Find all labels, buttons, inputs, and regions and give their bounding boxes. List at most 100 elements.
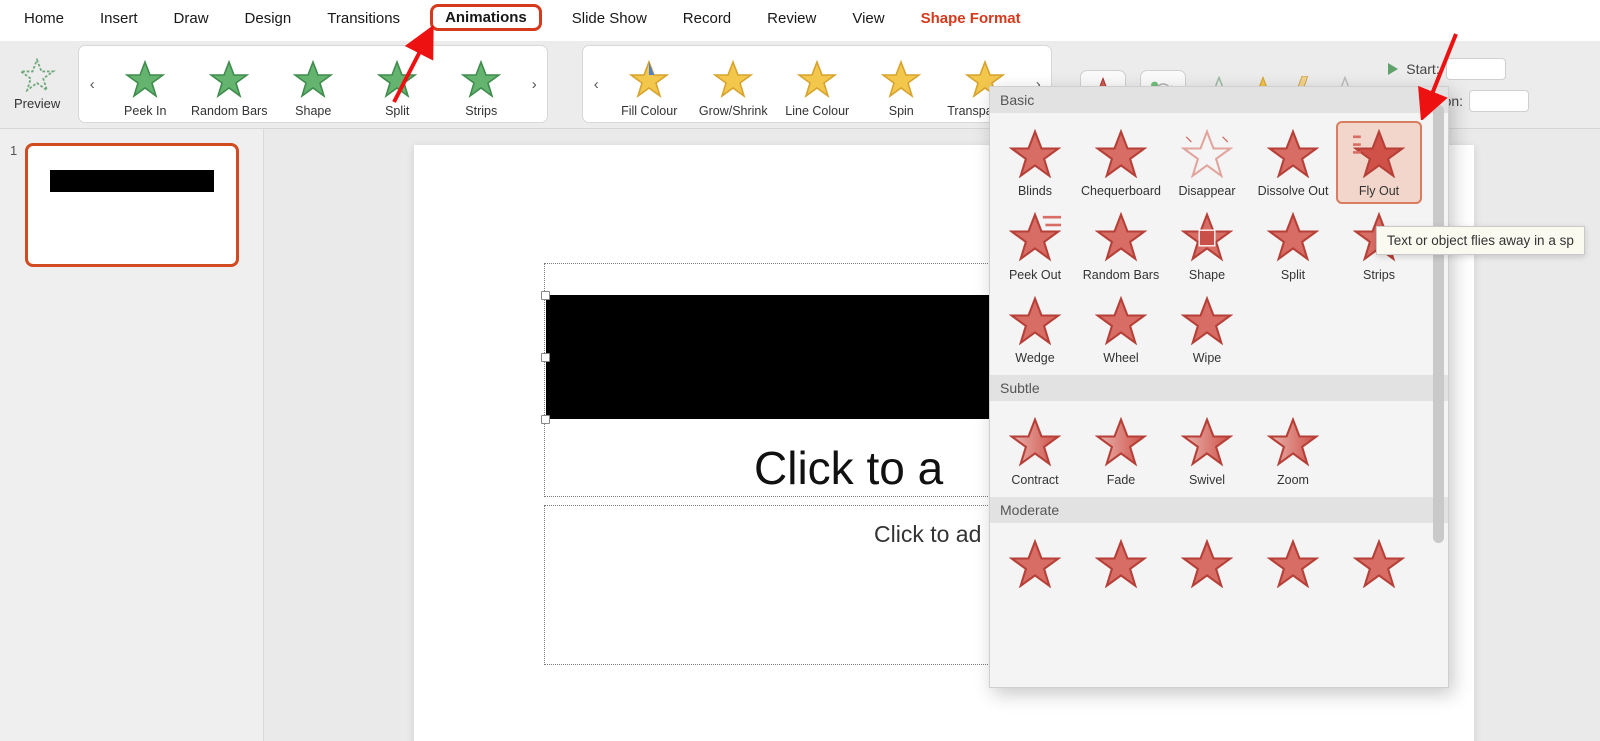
title-placeholder-text: Click to a: [754, 441, 943, 495]
exit-anim-fade[interactable]: Fade: [1078, 409, 1164, 492]
entrance-star-icon: [461, 58, 501, 100]
exit-anim-swivel[interactable]: Swivel: [1164, 409, 1250, 492]
tab-transitions[interactable]: Transitions: [321, 8, 406, 29]
exit-anim-label: Fade: [1107, 473, 1136, 487]
gallery-prev-icon[interactable]: ‹: [81, 50, 103, 118]
exit-anim-item-[interactable]: [992, 531, 1078, 600]
ribbon-tabs: Home Insert Draw Design Transitions Anim…: [0, 0, 1600, 41]
exit-anim-item-[interactable]: [1250, 531, 1336, 600]
tab-home[interactable]: Home: [18, 8, 70, 29]
emphasis-gallery-items: Fill Colour Grow/Shrink Line Colour Spin…: [607, 50, 1027, 118]
tab-slide-show[interactable]: Slide Show: [566, 8, 653, 29]
exit-anim-wedge[interactable]: Wedge: [992, 288, 1078, 371]
popup-scroll[interactable]: Basic Blinds Chequerboard Disappear Diss…: [990, 87, 1448, 687]
exit-anim-label: Wheel: [1103, 351, 1138, 365]
entrance-item-label: Random Bars: [191, 104, 267, 118]
entrance-shape[interactable]: Shape: [275, 58, 351, 118]
entrance-item-label: Shape: [295, 104, 331, 118]
exit-anim-wipe[interactable]: Wipe: [1164, 288, 1250, 371]
entrance-item-label: Peek In: [124, 104, 166, 118]
start-field[interactable]: [1446, 58, 1506, 80]
exit-anim-label: Zoom: [1277, 473, 1309, 487]
entrance-random-bars[interactable]: Random Bars: [191, 58, 267, 118]
preview-group[interactable]: Preview: [4, 45, 70, 124]
exit-anim-label: Shape: [1189, 268, 1225, 282]
exit-anim-contract[interactable]: Contract: [992, 409, 1078, 492]
gallery-prev-icon[interactable]: ‹: [585, 50, 607, 118]
exit-anim-label: Fly Out: [1359, 184, 1399, 198]
slide-thumbnail-1[interactable]: [25, 143, 239, 267]
exit-anim-item-[interactable]: [1078, 531, 1164, 600]
entrance-split[interactable]: Split: [359, 58, 435, 118]
entrance-item-label: Split: [385, 104, 409, 118]
emphasis-line-colour[interactable]: Line Colour: [779, 58, 855, 118]
emphasis-grow-shrink[interactable]: Grow/Shrink: [695, 58, 771, 118]
duration-field[interactable]: [1469, 90, 1529, 112]
exit-anim-wheel[interactable]: Wheel: [1078, 288, 1164, 371]
exit-anim-peek-out[interactable]: Peek Out: [992, 204, 1078, 287]
entrance-strips[interactable]: Strips: [443, 58, 519, 118]
entrance-star-icon: [125, 58, 165, 100]
exit-animation-popup: Basic Blinds Chequerboard Disappear Diss…: [989, 86, 1449, 688]
category-grid-subtle: Contract Fade Swivel Zoom: [990, 401, 1448, 496]
tab-view[interactable]: View: [846, 8, 890, 29]
entrance-peek-in[interactable]: Peek In: [107, 58, 183, 118]
tab-draw[interactable]: Draw: [168, 8, 215, 29]
exit-anim-label: Contract: [1011, 473, 1058, 487]
exit-anim-label: Chequerboard: [1081, 184, 1161, 198]
entrance-gallery: ‹ Peek In Random Bars Shape Split Strips…: [78, 45, 548, 123]
start-label: Start:: [1406, 61, 1439, 77]
emphasis-fill-colour[interactable]: Fill Colour: [611, 58, 687, 118]
play-icon: [1386, 62, 1400, 76]
gallery-next-icon[interactable]: ›: [523, 50, 545, 118]
tab-review[interactable]: Review: [761, 8, 822, 29]
entrance-item-label: Strips: [465, 104, 497, 118]
emphasis-item-label: Line Colour: [785, 104, 849, 118]
exit-anim-zoom[interactable]: Zoom: [1250, 409, 1336, 492]
exit-anim-blinds[interactable]: Blinds: [992, 121, 1078, 204]
selection-handle[interactable]: [541, 415, 550, 424]
emphasis-item-label: Spin: [889, 104, 914, 118]
exit-anim-label: Wipe: [1193, 351, 1221, 365]
exit-anim-shape[interactable]: Shape: [1164, 204, 1250, 287]
selection-handle[interactable]: [541, 353, 550, 362]
exit-anim-label: Dissolve Out: [1258, 184, 1329, 198]
emphasis-gallery: ‹ Fill Colour Grow/Shrink Line Colour Sp…: [582, 45, 1052, 123]
tab-design[interactable]: Design: [239, 8, 298, 29]
exit-anim-item-[interactable]: [1164, 531, 1250, 600]
slide-thumbnails-panel: 1: [0, 129, 264, 741]
emphasis-star-icon: [881, 58, 921, 100]
subtitle-placeholder-text: Click to ad: [874, 521, 981, 548]
exit-anim-label: Disappear: [1179, 184, 1236, 198]
tab-shape-format[interactable]: Shape Format: [915, 8, 1027, 29]
exit-anim-label: Strips: [1363, 268, 1395, 282]
tab-animations[interactable]: Animations: [430, 4, 542, 31]
emphasis-item-label: Grow/Shrink: [699, 104, 768, 118]
entrance-gallery-items: Peek In Random Bars Shape Split Strips: [103, 50, 523, 118]
category-header-moderate: Moderate: [990, 497, 1448, 523]
exit-anim-label: Random Bars: [1083, 268, 1159, 282]
emphasis-item-label: Fill Colour: [621, 104, 677, 118]
category-grid-moderate: [990, 523, 1448, 604]
exit-anim-dissolve-out[interactable]: Dissolve Out: [1250, 121, 1336, 204]
emphasis-spin[interactable]: Spin: [863, 58, 939, 118]
popup-scrollbar[interactable]: [1433, 105, 1444, 543]
tab-insert[interactable]: Insert: [94, 8, 144, 29]
thumb-title-bar: [50, 170, 214, 192]
exit-anim-disappear[interactable]: Disappear: [1164, 121, 1250, 204]
preview-star-icon: [18, 58, 56, 92]
selection-handle[interactable]: [541, 291, 550, 300]
category-header-basic: Basic: [990, 87, 1448, 113]
exit-anim-fly-out[interactable]: Fly Out: [1336, 121, 1422, 204]
exit-anim-label: Split: [1281, 268, 1305, 282]
exit-anim-chequerboard[interactable]: Chequerboard: [1078, 121, 1164, 204]
exit-anim-label: Peek Out: [1009, 268, 1061, 282]
category-header-subtle: Subtle: [990, 375, 1448, 401]
tab-record[interactable]: Record: [677, 8, 737, 29]
exit-anim-random-bars[interactable]: Random Bars: [1078, 204, 1164, 287]
emphasis-star-icon: [713, 58, 753, 100]
exit-anim-label: Wedge: [1015, 351, 1054, 365]
exit-anim-split[interactable]: Split: [1250, 204, 1336, 287]
exit-anim-item-[interactable]: [1336, 531, 1422, 600]
exit-anim-label: Blinds: [1018, 184, 1052, 198]
